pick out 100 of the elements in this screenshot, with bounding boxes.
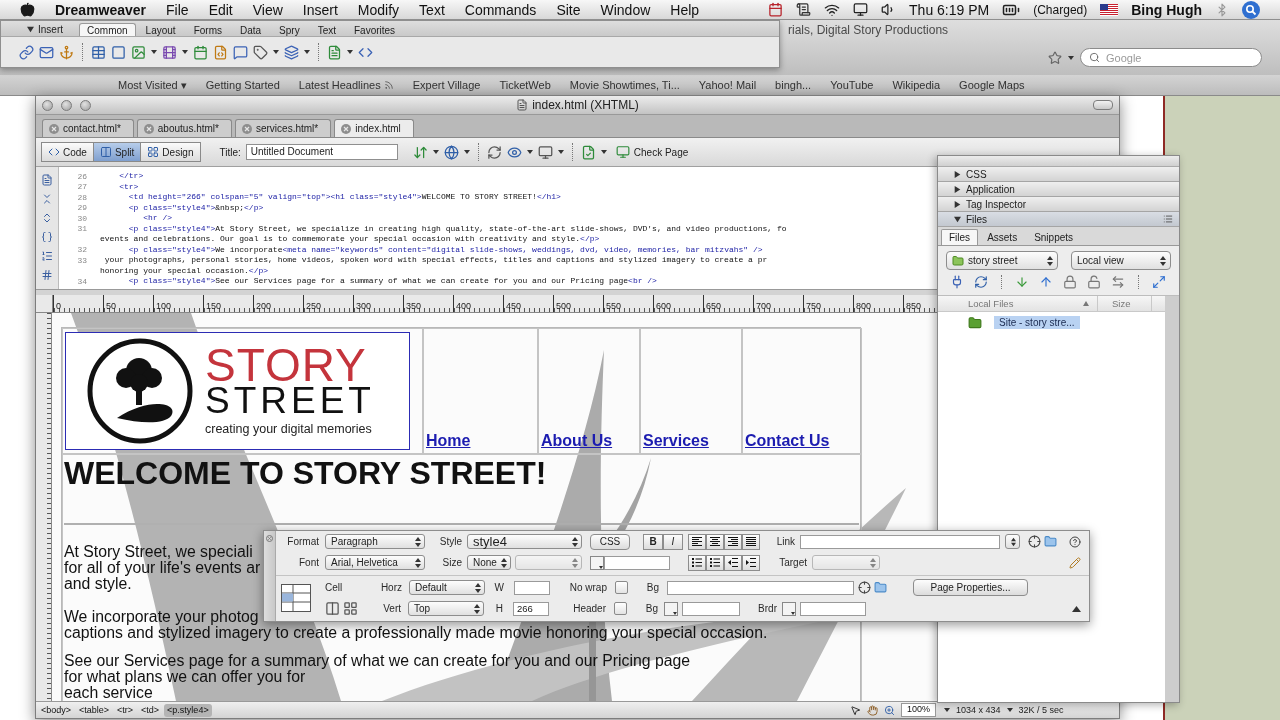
- layers-icon[interactable]: [284, 44, 299, 60]
- window-size-text[interactable]: 1034 x 434: [956, 705, 1001, 715]
- bullet-list-button[interactable]: [688, 554, 706, 571]
- image-icon[interactable]: [131, 44, 146, 60]
- align-right-button[interactable]: [724, 533, 742, 550]
- bookmark-link[interactable]: Most Visited ▾: [118, 78, 187, 92]
- calendar-icon[interactable]: [193, 44, 208, 60]
- insert-tab[interactable]: Common: [79, 23, 136, 36]
- columns-icon[interactable]: [325, 601, 340, 616]
- menu-item[interactable]: Window: [590, 0, 661, 19]
- font-select[interactable]: Arial, Helvetica: [325, 555, 425, 570]
- zoom-button[interactable]: [80, 99, 91, 111]
- color-swatch-icon[interactable]: [782, 601, 796, 616]
- sort-arrow-icon[interactable]: [1083, 301, 1089, 306]
- apple-icon[interactable]: [20, 2, 35, 17]
- insert-tab[interactable]: Layout: [137, 23, 184, 36]
- crosshair-icon[interactable]: [858, 581, 871, 594]
- panel-header[interactable]: Files: [938, 212, 1179, 227]
- caret-icon[interactable]: [347, 50, 353, 54]
- format-select[interactable]: Paragraph: [325, 534, 425, 549]
- plug-icon[interactable]: [950, 275, 964, 289]
- select-arrows-icon[interactable]: [474, 603, 480, 614]
- color-swatch-icon[interactable]: [590, 555, 604, 570]
- app-menu[interactable]: Dreamweaver: [45, 0, 157, 19]
- view-button[interactable]: Design: [140, 142, 201, 162]
- bookmark-link[interactable]: TicketWeb: [499, 79, 551, 91]
- vertical-align-select[interactable]: Top: [408, 601, 484, 616]
- hand-icon[interactable]: [866, 704, 878, 716]
- caret-icon[interactable]: [463, 150, 470, 154]
- disclosure-triangle-icon[interactable]: [954, 185, 961, 193]
- align-justify-button[interactable]: [742, 533, 760, 550]
- sync-arrows-icon[interactable]: [1111, 275, 1125, 289]
- caret-icon[interactable]: [1068, 55, 1074, 60]
- up-down-arrows-icon[interactable]: [412, 144, 428, 160]
- insert-tab[interactable]: Favorites: [346, 23, 404, 36]
- speech-bubble-icon[interactable]: [233, 44, 248, 60]
- down-arrow-icon[interactable]: [1015, 275, 1029, 289]
- calendar-icon[interactable]: [768, 2, 784, 17]
- expand-icon[interactable]: [41, 212, 53, 224]
- expander-triangle-icon[interactable]: [1072, 605, 1081, 612]
- text-color-field[interactable]: [604, 555, 670, 570]
- select-arrows-icon[interactable]: [1047, 255, 1053, 266]
- battery-status[interactable]: (Charged): [1033, 2, 1088, 17]
- size-select[interactable]: None: [467, 555, 511, 570]
- nav-link[interactable]: About Us: [541, 432, 613, 450]
- css-button[interactable]: CSS: [590, 533, 630, 550]
- select-arrows-icon[interactable]: [572, 536, 578, 547]
- bookmark-link[interactable]: Expert Village: [412, 79, 481, 91]
- bookmark-link[interactable]: Movie Showtimes, Ti...: [569, 79, 680, 91]
- disclosure-triangle-icon[interactable]: [954, 215, 961, 223]
- code-file-icon[interactable]: [213, 44, 228, 60]
- panel-tab[interactable]: Files: [941, 229, 979, 245]
- caret-icon[interactable]: [526, 150, 533, 154]
- checkbox[interactable]: [614, 602, 627, 615]
- bookmark-link[interactable]: Wikipedia: [892, 79, 941, 91]
- italic-button[interactable]: I: [663, 533, 683, 550]
- panel-tab[interactable]: Snippets: [1026, 229, 1082, 245]
- indent-button[interactable]: [742, 554, 760, 571]
- braces-icon[interactable]: [41, 231, 53, 243]
- up-arrow-icon[interactable]: [1039, 275, 1053, 289]
- panel-header[interactable]: CSS: [938, 167, 1179, 182]
- numbered-list-icon[interactable]: [41, 250, 53, 262]
- style-select[interactable]: style4: [467, 534, 582, 549]
- pointer-icon[interactable]: [849, 704, 861, 716]
- menu-item[interactable]: Text: [409, 0, 455, 19]
- user-name[interactable]: Bing Hugh: [1131, 1, 1202, 18]
- menu-item[interactable]: Modify: [347, 0, 410, 19]
- menu-item[interactable]: Commands: [454, 0, 547, 19]
- hash-icon[interactable]: [41, 269, 53, 281]
- zoom-field[interactable]: 100%: [900, 703, 936, 717]
- select-arrows-icon[interactable]: [1011, 536, 1016, 547]
- document-tab[interactable]: services.html*: [234, 119, 332, 137]
- caret-icon[interactable]: [151, 50, 157, 54]
- document-tab[interactable]: contact.html*: [42, 119, 134, 137]
- panel-header[interactable]: Application: [938, 182, 1179, 197]
- caret-icon[interactable]: [182, 50, 188, 54]
- insert-tab[interactable]: Forms: [185, 23, 230, 36]
- numbered-list-button[interactable]: [706, 554, 724, 571]
- check-page-button[interactable]: Check Page: [611, 145, 693, 159]
- select-arrows-icon[interactable]: [475, 582, 481, 593]
- table-icon[interactable]: [91, 44, 106, 60]
- horizontal-align-select[interactable]: Default: [409, 580, 485, 595]
- insert-tab[interactable]: Text: [309, 23, 344, 36]
- page-properties-button[interactable]: Page Properties...: [913, 579, 1028, 596]
- minimize-button[interactable]: [61, 99, 72, 111]
- height-field[interactable]: 266: [513, 601, 549, 616]
- site-select[interactable]: story street: [946, 251, 1058, 270]
- nav-link[interactable]: Contact Us: [745, 432, 830, 450]
- caret-icon[interactable]: [600, 150, 607, 154]
- lock-icon[interactable]: [1063, 275, 1077, 289]
- view-select[interactable]: Local view: [1071, 251, 1171, 270]
- pencil-icon[interactable]: [1069, 556, 1081, 569]
- menu-item[interactable]: View: [242, 0, 293, 19]
- panel-tab[interactable]: Assets: [979, 229, 1026, 245]
- menu-item[interactable]: Edit: [198, 0, 243, 19]
- align-center-button[interactable]: [706, 533, 724, 550]
- tag-selector-item[interactable]: <p.style4>: [164, 703, 212, 717]
- tag-selector-item[interactable]: <table>: [76, 703, 113, 717]
- caret-icon[interactable]: [944, 708, 950, 712]
- disclosure-triangle-icon[interactable]: [954, 200, 961, 208]
